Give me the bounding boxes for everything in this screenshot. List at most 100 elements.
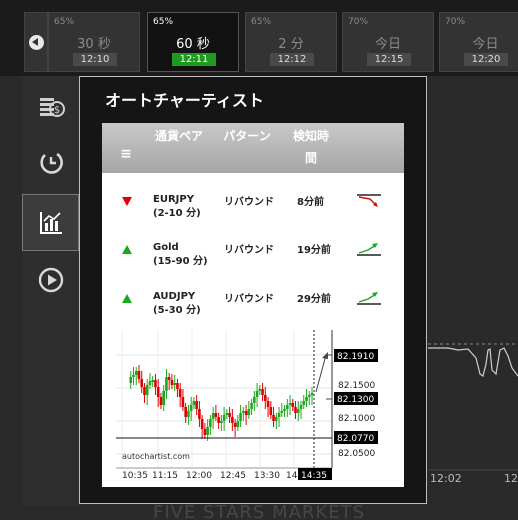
expiry-today-1215[interactable]: 70% 今日 12:15 (342, 12, 434, 72)
candle-body (283, 409, 286, 411)
up-arrow-icon (122, 294, 132, 303)
sidebar-item-assets[interactable]: $ (22, 76, 79, 133)
candle-body (200, 419, 204, 429)
candle-body (192, 401, 196, 405)
autochartist-panel: オートチャーティスト ≡ 通貨ペア パターン 検知時間 EURJPY (2-10 … (79, 76, 427, 504)
chart-candles (129, 365, 314, 441)
candle-body (302, 401, 306, 405)
candle-body (206, 427, 209, 435)
candle-body (165, 377, 168, 391)
candle-body (198, 409, 201, 419)
header-pattern[interactable]: パターン (222, 125, 272, 147)
candle-body (307, 395, 311, 397)
table-header: ≡ 通貨ペア パターン 検知時間 (102, 123, 404, 173)
candle-body (288, 403, 292, 405)
candle-body (247, 409, 251, 415)
row-period: (15-90 分) (153, 256, 208, 267)
trend-up-icon (357, 243, 381, 256)
pattern-row[interactable]: EURJPY (2-10 分) リバウンド 8分前 (102, 189, 404, 237)
candle-body (266, 401, 270, 407)
sidebar-item-history[interactable] (22, 133, 79, 190)
candle-body (170, 380, 174, 385)
svg-text:$: $ (53, 105, 59, 116)
candle-body (233, 423, 237, 427)
header-pair[interactable]: 通貨ペア (154, 125, 204, 147)
row-instrument: Gold (153, 242, 179, 253)
chart-grid (116, 330, 332, 468)
back-button[interactable] (24, 12, 48, 72)
candle-body (261, 389, 264, 395)
expiry-today-1220[interactable]: 70% 今日 12:20 (439, 12, 518, 72)
trend-down-icon (357, 194, 381, 207)
level-label: 82.1910 (337, 352, 374, 362)
background-price-chart (428, 343, 518, 471)
candle-body (181, 397, 185, 407)
chart-icon (39, 211, 62, 234)
candle-body (178, 389, 182, 397)
candle-body (195, 401, 198, 409)
candle-body (296, 409, 300, 413)
sidebar-item-play[interactable] (22, 251, 79, 308)
sidebar: $ (22, 76, 79, 506)
row-pattern: リバウンド (224, 245, 274, 256)
candle-body (129, 377, 133, 383)
row-instrument: AUDJPY (153, 291, 196, 302)
bg-axis-label-1202: 12:02 (430, 472, 462, 485)
up-arrow-icon (122, 245, 132, 254)
candle-body (228, 413, 231, 417)
candle-body (222, 415, 226, 421)
trend-up-icon (357, 292, 381, 305)
row-period: (2-10 分) (153, 208, 201, 219)
candlestick-chart[interactable]: 82.1500 82.1000 82.0500 82.1910 82.1300 … (102, 325, 404, 487)
candle-body (264, 395, 267, 401)
menu-icon[interactable]: ≡ (120, 143, 132, 165)
expiry-bar: 65% 30 秒 12:10 65% 60 秒 12:11 65% 2 分 12… (0, 0, 518, 76)
header-detected[interactable]: 検知時間 (288, 125, 334, 169)
candle-body (310, 393, 314, 395)
x-tick: 10:35 (122, 471, 148, 481)
candle-body (253, 397, 256, 403)
candle-body (134, 371, 138, 375)
candle-body (209, 419, 212, 427)
candle-body (156, 387, 160, 397)
row-age: 19分前 (297, 245, 331, 256)
candle-body (167, 377, 171, 380)
candle-body (137, 371, 141, 379)
candle-body (244, 411, 248, 415)
candle-body (217, 417, 220, 423)
candle-body (294, 407, 297, 413)
play-icon (38, 267, 63, 292)
expiry-2min[interactable]: 65% 2 分 12:12 (245, 12, 337, 72)
back-arrow-icon (28, 34, 44, 50)
candle-body (159, 397, 163, 405)
row-pattern: リバウンド (224, 294, 274, 305)
candle-body (162, 391, 166, 405)
y-tick: 82.0500 (338, 449, 375, 459)
expiry-60s[interactable]: 65% 60 秒 12:11 (147, 12, 239, 72)
candle-body (225, 413, 229, 415)
x-tick: 12:00 (186, 471, 212, 481)
coins-icon: $ (39, 97, 65, 117)
candle-body (189, 405, 193, 411)
candle-body (148, 381, 152, 385)
candle-body (242, 411, 245, 413)
pattern-row[interactable]: Gold (15-90 分) リバウンド 19分前 (102, 237, 404, 285)
candle-body (299, 405, 303, 409)
bg-axis-label-12: 12: (504, 472, 518, 485)
row-age: 29分前 (297, 294, 331, 305)
candle-body (250, 403, 253, 409)
candle-body (143, 387, 146, 395)
brand-watermark: FIVE STARS MARKETS (152, 502, 365, 520)
panel-title: オートチャーティスト (105, 91, 264, 110)
candle-body (173, 383, 176, 385)
row-age: 8分前 (297, 197, 324, 208)
sidebar-item-autochartist[interactable] (22, 194, 79, 251)
candle-body (272, 415, 275, 421)
candle-body (184, 407, 187, 417)
candle-body (305, 397, 308, 401)
expiry-30s[interactable]: 65% 30 秒 12:10 (48, 12, 140, 72)
clock-icon (39, 152, 63, 174)
candle-body (236, 421, 240, 427)
candle-body (277, 413, 281, 417)
down-arrow-icon (122, 197, 132, 206)
